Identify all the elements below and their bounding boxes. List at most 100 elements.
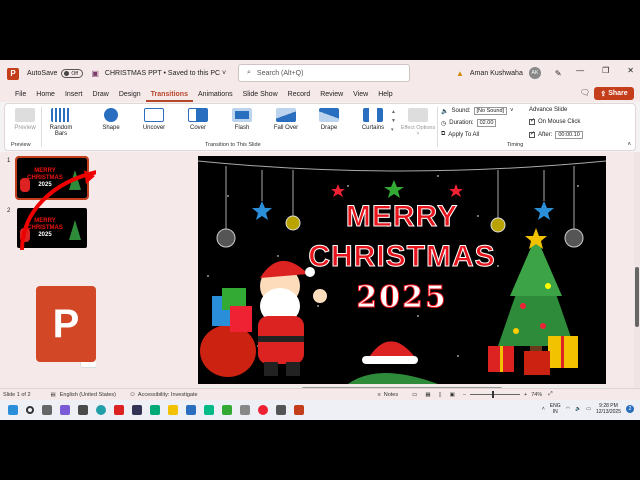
preview-group-label: Preview <box>11 142 31 148</box>
wifi-icon[interactable]: ◠ <box>566 406 570 412</box>
transition-shape[interactable]: Shape <box>93 108 129 131</box>
app-icon[interactable] <box>276 405 286 415</box>
advance-label: Advance Slide <box>529 107 568 113</box>
chrome-icon[interactable] <box>258 405 268 415</box>
transition-drape[interactable]: Drape <box>311 108 347 131</box>
language-status[interactable]: English (United States) <box>60 392 116 398</box>
transition-fall-over[interactable]: Fall Over <box>268 108 304 131</box>
transition-cover[interactable]: Cover <box>180 108 216 131</box>
zoom-out-icon[interactable]: − <box>463 392 466 398</box>
windows-start-icon[interactable] <box>8 405 18 415</box>
language-indicator[interactable]: ENG IN <box>550 403 561 415</box>
chat-icon[interactable] <box>60 405 70 415</box>
battery-icon[interactable]: ▭ <box>586 406 591 412</box>
share-button[interactable]: ⇪ Share <box>594 87 634 100</box>
transition-flash[interactable]: Flash <box>224 108 260 131</box>
notes-button[interactable]: Notes <box>384 392 398 398</box>
edge-icon[interactable] <box>96 405 106 415</box>
tab-help[interactable]: Help <box>373 87 397 102</box>
play-store-icon[interactable] <box>222 405 232 415</box>
slide-sorter-icon[interactable]: ▦ <box>425 392 430 398</box>
fit-slide-icon[interactable]: ⤢ <box>548 391 552 398</box>
folder-icon[interactable] <box>168 405 178 415</box>
preview-icon <box>15 108 35 122</box>
reading-view-icon[interactable]: ▯ <box>439 392 442 398</box>
title-bar: P AutoSave Off ▣ CHRISTMAS PPT • Saved t… <box>0 60 640 87</box>
tab-view[interactable]: View <box>348 87 373 102</box>
transition-uncover[interactable]: Uncover <box>136 108 172 131</box>
search-box[interactable]: ⌕ Search (Alt+Q) <box>238 64 410 82</box>
comment-icon[interactable]: 🗨 <box>580 88 590 97</box>
transition-curtains[interactable]: Curtains <box>355 108 391 131</box>
spellcheck-icon[interactable]: ▤ <box>51 392 56 398</box>
cover-icon <box>188 108 208 122</box>
zoom-in-icon[interactable]: + <box>524 392 527 398</box>
save-icon[interactable]: ▣ <box>91 69 99 78</box>
avatar: AK <box>528 67 541 79</box>
gallery-scroll[interactable]: ▲ ▼ ▾ <box>391 108 396 135</box>
collapse-ribbon-icon[interactable]: ˄ <box>627 142 631 148</box>
powerpoint-logo-icon: P <box>7 67 19 80</box>
tab-draw[interactable]: Draw <box>87 87 113 102</box>
zoom-level[interactable]: 74% <box>531 392 542 398</box>
sound-select[interactable]: [No Sound] <box>473 107 508 115</box>
pen-icon[interactable]: ✎ <box>555 69 562 78</box>
transition-random-bars[interactable]: Random Bars <box>43 108 79 137</box>
document-title[interactable]: CHRISTMAS PPT • Saved to this PC ˅ <box>105 70 226 77</box>
search-icon[interactable] <box>26 406 34 414</box>
volume-icon[interactable]: 🔈 <box>575 406 581 412</box>
file-explorer-icon[interactable] <box>78 405 88 415</box>
accessibility-status[interactable]: Accessibility: Investigate <box>138 392 198 398</box>
powerpoint-taskbar-icon[interactable] <box>294 405 304 415</box>
curtains-icon <box>363 108 383 122</box>
share-icon: ⇪ <box>600 90 607 98</box>
tab-record[interactable]: Record <box>283 87 316 102</box>
vertical-scrollbar[interactable] <box>634 152 640 388</box>
duration-input[interactable]: 02.00 <box>476 119 497 127</box>
apply-all-button[interactable]: ⧉ Apply To All <box>441 131 479 138</box>
slide-title-line1[interactable]: MERRY <box>198 200 606 234</box>
minimize-icon[interactable]: — <box>576 66 584 75</box>
effect-options-icon <box>408 108 428 122</box>
normal-view-icon[interactable]: ▭ <box>412 392 417 398</box>
app-icon[interactable] <box>204 405 214 415</box>
tab-animations[interactable]: Animations <box>193 87 238 102</box>
tab-review[interactable]: Review <box>315 87 348 102</box>
tab-transitions[interactable]: Transitions <box>145 87 193 102</box>
slideshow-icon[interactable]: ▣ <box>450 392 455 398</box>
effect-options-button[interactable]: Effect Options ˅ <box>399 108 437 137</box>
preview-button[interactable]: Preview <box>7 108 43 131</box>
user-name: Aman Kushwaha <box>469 69 523 77</box>
clock[interactable]: 9:28 PM 12/13/2025 <box>596 403 621 415</box>
slide[interactable]: MERRY CHRISTMAS 2025 <box>198 156 606 384</box>
close-icon[interactable]: ✕ <box>627 66 634 75</box>
transitions-group-label: Transition to This Slide <box>205 142 261 148</box>
notification-icon[interactable]: 2 <box>626 405 634 413</box>
warning-icon: ▲ <box>456 68 464 78</box>
chevron-down-icon[interactable]: ˅ <box>510 108 514 114</box>
app-icon[interactable] <box>240 405 250 415</box>
sound-row: 🔈 Sound: [No Sound] ˅ <box>441 107 514 115</box>
zoom-slider[interactable] <box>469 391 520 398</box>
chevron-up-icon[interactable]: ˄ <box>542 406 545 412</box>
on-mouse-click-checkbox[interactable]: On Mouse Click <box>529 117 580 125</box>
task-view-icon[interactable] <box>42 405 52 415</box>
maximize-icon[interactable]: ❐ <box>602 66 609 75</box>
tab-file[interactable]: File <box>10 87 31 102</box>
autosave-toggle[interactable]: Off <box>61 69 84 78</box>
slide-count: Slide 1 of 2 <box>3 391 31 398</box>
app-icon[interactable] <box>132 405 142 415</box>
antivirus-icon[interactable] <box>114 405 124 415</box>
tab-design[interactable]: Design <box>114 87 146 102</box>
after-checkbox[interactable] <box>529 130 535 138</box>
after-input[interactable]: 00:00.10 <box>555 131 583 139</box>
slide-year[interactable]: 2025 <box>198 280 606 316</box>
fall-over-icon <box>276 108 296 122</box>
tab-home[interactable]: Home <box>31 87 60 102</box>
app-icon[interactable] <box>186 405 196 415</box>
tab-slide-show[interactable]: Slide Show <box>238 87 283 102</box>
tab-insert[interactable]: Insert <box>60 87 88 102</box>
user-area[interactable]: ▲ Aman Kushwaha AK ✎ <box>456 67 562 79</box>
slide-title-line2[interactable]: CHRISTMAS <box>198 240 606 274</box>
app-icon[interactable] <box>150 405 160 415</box>
